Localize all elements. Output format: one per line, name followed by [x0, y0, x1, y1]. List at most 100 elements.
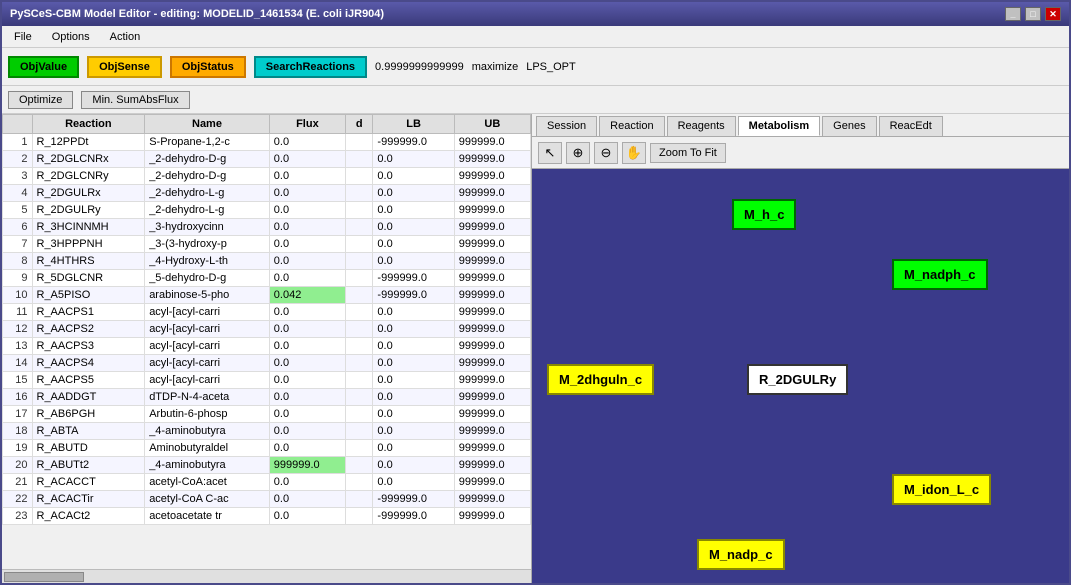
table-row[interactable]: 11 R_AACPS1 acyl-[acyl-carri 0.0 0.0 999… [3, 304, 531, 321]
ub-cell: 999999.0 [454, 423, 530, 440]
name-cell: acetyl-CoA C-ac [145, 491, 270, 508]
table-row[interactable]: 23 R_ACACt2 acetoacetate tr 0.0 -999999.… [3, 508, 531, 525]
lb-cell: 0.0 [373, 321, 454, 338]
lb-cell: -999999.0 [373, 287, 454, 304]
d-cell [346, 202, 373, 219]
name-cell: _5-dehydro-D-g [145, 270, 270, 287]
tab-reagents[interactable]: Reagents [667, 116, 736, 136]
table-row[interactable]: 7 R_3HPPPNH _3-(3-hydroxy-p 0.0 0.0 9999… [3, 236, 531, 253]
node-M_2dhguln_c[interactable]: M_2dhguln_c [547, 364, 654, 395]
reaction-cell: R_ACACt2 [32, 508, 145, 525]
flux-cell: 0.0 [269, 355, 345, 372]
lb-cell: 0.0 [373, 389, 454, 406]
title-controls: _ □ ✕ [1005, 7, 1061, 21]
tab-session[interactable]: Session [536, 116, 597, 136]
maximize-button[interactable]: □ [1025, 7, 1041, 21]
name-cell: acyl-[acyl-carri [145, 372, 270, 389]
table-row[interactable]: 12 R_AACPS2 acyl-[acyl-carri 0.0 0.0 999… [3, 321, 531, 338]
objvalue-button[interactable]: ObjValue [8, 56, 79, 78]
reaction-cell: R_12PPDt [32, 134, 145, 151]
table-row[interactable]: 6 R_3HCINNMH _3-hydroxycinn 0.0 0.0 9999… [3, 219, 531, 236]
scrollbar-thumb[interactable] [4, 572, 84, 582]
reaction-cell: R_AACPS4 [32, 355, 145, 372]
flux-cell: 0.0 [269, 304, 345, 321]
ub-cell: 999999.0 [454, 457, 530, 474]
d-cell [346, 236, 373, 253]
name-cell: _3-hydroxycinn [145, 219, 270, 236]
row-num: 9 [3, 270, 33, 287]
name-cell: _4-Hydroxy-L-th [145, 253, 270, 270]
table-row[interactable]: 20 R_ABUTt2 _4-aminobutyra 999999.0 0.0 … [3, 457, 531, 474]
tab-reaction[interactable]: Reaction [599, 116, 664, 136]
table-row[interactable]: 3 R_2DGLCNRy _2-dehydro-D-g 0.0 0.0 9999… [3, 168, 531, 185]
col-header-ub: UB [454, 115, 530, 134]
table-row[interactable]: 1 R_12PPDt S-Propane-1,2-c 0.0 -999999.0… [3, 134, 531, 151]
table-row[interactable]: 15 R_AACPS5 acyl-[acyl-carri 0.0 0.0 999… [3, 372, 531, 389]
ub-cell: 999999.0 [454, 287, 530, 304]
d-cell [346, 287, 373, 304]
table-row[interactable]: 2 R_2DGLCNRx _2-dehydro-D-g 0.0 0.0 9999… [3, 151, 531, 168]
min-sumabsflux-button[interactable]: Min. SumAbsFlux [81, 91, 189, 109]
searchreactions-button[interactable]: SearchReactions [254, 56, 367, 78]
zoom-in-button[interactable]: ⊕ [566, 142, 590, 164]
d-cell [346, 321, 373, 338]
name-cell: _4-aminobutyra [145, 457, 270, 474]
table-row[interactable]: 13 R_AACPS3 acyl-[acyl-carri 0.0 0.0 999… [3, 338, 531, 355]
node-R_2DGULRy[interactable]: R_2DGULRy [747, 364, 848, 395]
node-M_nadp_c[interactable]: M_nadp_c [697, 539, 785, 570]
cursor-tool-button[interactable]: ↖ [538, 142, 562, 164]
menu-action[interactable]: Action [102, 29, 149, 45]
table-row[interactable]: 18 R_ABTA _4-aminobutyra 0.0 0.0 999999.… [3, 423, 531, 440]
row-num: 13 [3, 338, 33, 355]
pan-tool-button[interactable]: ✋ [622, 142, 646, 164]
node-M_nadph_c[interactable]: M_nadph_c [892, 259, 988, 290]
col-header-d: d [346, 115, 373, 134]
table-row[interactable]: 10 R_A5PISO arabinose-5-pho 0.042 -99999… [3, 287, 531, 304]
ub-cell: 999999.0 [454, 168, 530, 185]
lb-cell: -999999.0 [373, 508, 454, 525]
name-cell: _2-dehydro-L-g [145, 202, 270, 219]
objsense-button[interactable]: ObjSense [87, 56, 162, 78]
lb-cell: 0.0 [373, 423, 454, 440]
table-container[interactable]: Reaction Name Flux d LB UB 1 R_12PPDt S-… [2, 114, 531, 569]
ub-cell: 999999.0 [454, 491, 530, 508]
table-row[interactable]: 8 R_4HTHRS _4-Hydroxy-L-th 0.0 0.0 99999… [3, 253, 531, 270]
table-row[interactable]: 5 R_2DGULRy _2-dehydro-L-g 0.0 0.0 99999… [3, 202, 531, 219]
zoom-out-button[interactable]: ⊖ [594, 142, 618, 164]
lb-cell: 0.0 [373, 219, 454, 236]
table-row[interactable]: 21 R_ACACCT acetyl-CoA:acet 0.0 0.0 9999… [3, 474, 531, 491]
name-cell: acyl-[acyl-carri [145, 338, 270, 355]
row-num: 18 [3, 423, 33, 440]
d-cell [346, 304, 373, 321]
ub-cell: 999999.0 [454, 185, 530, 202]
table-row[interactable]: 4 R_2DGULRx _2-dehydro-L-g 0.0 0.0 99999… [3, 185, 531, 202]
table-row[interactable]: 17 R_AB6PGH Arbutin-6-phosp 0.0 0.0 9999… [3, 406, 531, 423]
table-row[interactable]: 9 R_5DGLCNR _5-dehydro-D-g 0.0 -999999.0… [3, 270, 531, 287]
tab-genes[interactable]: Genes [822, 116, 876, 136]
table-row[interactable]: 14 R_AACPS4 acyl-[acyl-carri 0.0 0.0 999… [3, 355, 531, 372]
node-M_h_c[interactable]: M_h_c [732, 199, 796, 230]
tab-metabolism[interactable]: Metabolism [738, 116, 821, 136]
node-M_idon_L_c[interactable]: M_idon_L_c [892, 474, 991, 505]
minimize-button[interactable]: _ [1005, 7, 1021, 21]
table-row[interactable]: 19 R_ABUTD Aminobutyraldel 0.0 0.0 99999… [3, 440, 531, 457]
name-cell: dTDP-N-4-aceta [145, 389, 270, 406]
menu-options[interactable]: Options [44, 29, 98, 45]
zoom-to-fit-button[interactable]: Zoom To Fit [650, 143, 726, 163]
table-row[interactable]: 22 R_ACACTir acetyl-CoA C-ac 0.0 -999999… [3, 491, 531, 508]
row-num: 2 [3, 151, 33, 168]
flux-cell: 0.0 [269, 338, 345, 355]
ub-cell: 999999.0 [454, 338, 530, 355]
objstatus-button[interactable]: ObjStatus [170, 56, 246, 78]
flux-cell: 0.0 [269, 474, 345, 491]
close-button[interactable]: ✕ [1045, 7, 1061, 21]
menu-file[interactable]: File [6, 29, 40, 45]
name-cell: _4-aminobutyra [145, 423, 270, 440]
metabolism-canvas[interactable]: M_h_c M_nadph_c M_2dhguln_c R_2DGULRy M_idon… [532, 169, 1069, 583]
row-num: 19 [3, 440, 33, 457]
tab-reacedt[interactable]: ReacEdt [879, 116, 943, 136]
optimize-button[interactable]: Optimize [8, 91, 73, 109]
flux-cell: 999999.0 [269, 457, 345, 474]
horizontal-scrollbar[interactable] [2, 569, 531, 583]
table-row[interactable]: 16 R_AADDGT dTDP-N-4-aceta 0.0 0.0 99999… [3, 389, 531, 406]
